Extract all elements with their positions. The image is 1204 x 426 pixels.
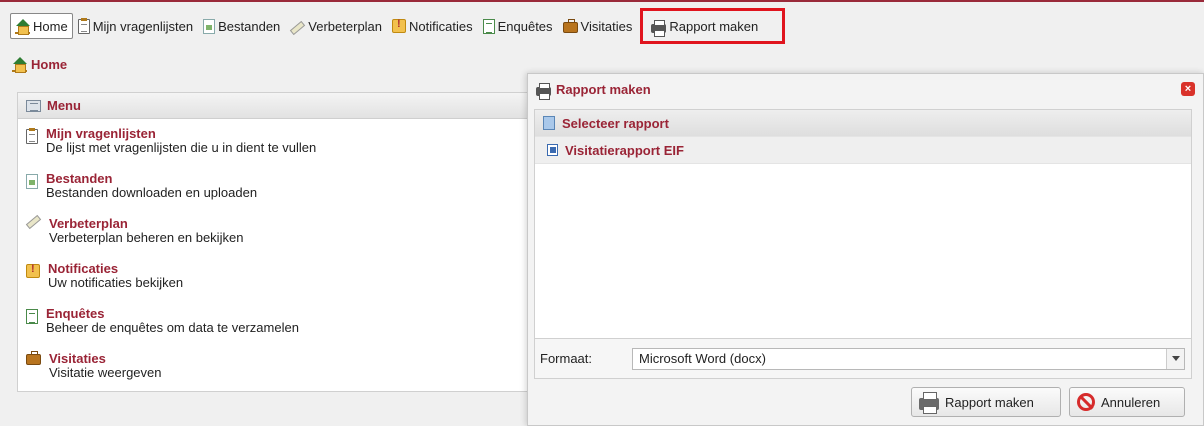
notification-icon [26, 263, 40, 278]
menu-item-desc: Visitatie weergeven [49, 365, 162, 380]
nav-bestanden[interactable]: Bestanden [198, 13, 285, 39]
menu-item-mijn-vragenlijsten[interactable]: Mijn vragenlijsten De lijst met vragenli… [18, 119, 536, 164]
format-select-value: Microsoft Word (docx) [639, 351, 766, 366]
menu-item-desc: Beheer de enquêtes om data te verzamelen [46, 320, 299, 335]
menu-item-enquetes[interactable]: Enquêtes Beheer de enquêtes om data te v… [18, 299, 536, 344]
menu-item-title[interactable]: Enquêtes [46, 307, 299, 321]
printer-icon [536, 82, 551, 100]
menu-item-visitaties[interactable]: Visitaties Visitatie weergeven [18, 344, 536, 389]
list-icon [26, 99, 41, 112]
report-item-visitatierapport-eif[interactable]: Visitatierapport EIF [535, 136, 1191, 164]
nav-home[interactable]: Home [10, 13, 73, 39]
nav-mijn-vragenlijsten[interactable]: Mijn vragenlijsten [73, 13, 198, 39]
menu-item-desc: Bestanden downloaden en uploaden [46, 185, 258, 200]
nav-mijn-vragenlijsten-label: Mijn vragenlijsten [92, 18, 194, 34]
menu-item-desc: De lijst met vragenlijsten die u in dien… [46, 140, 317, 155]
file-icon [203, 18, 216, 34]
nav-visitaties[interactable]: Visitaties [558, 13, 638, 39]
nav-rapport-maken[interactable]: Rapport maken [640, 8, 786, 44]
word-document-icon [547, 144, 558, 156]
form-icon [482, 18, 495, 34]
cancel-icon [1077, 393, 1095, 411]
report-select-panel: Selecteer rapport Visitatierapport EIF F… [534, 109, 1192, 379]
nav-enquetes-label: Enquêtes [497, 18, 553, 34]
home-icon [12, 57, 27, 73]
home-icon [15, 18, 30, 35]
report-item-label: Visitatierapport EIF [565, 142, 684, 158]
menu-item-title[interactable]: Bestanden [46, 172, 257, 186]
menu-item-title[interactable]: Visitaties [49, 352, 162, 366]
menu-item-bestanden[interactable]: Bestanden Bestanden downloaden en upload… [18, 164, 536, 209]
briefcase-icon [562, 19, 578, 33]
nav-verbeterplan-label: Verbeterplan [308, 18, 383, 34]
select-report-header: Selecteer rapport [535, 110, 1191, 136]
dialog-title: Rapport maken [556, 81, 651, 97]
menu-item-desc: Verbeterplan beheren en bekijken [49, 230, 244, 245]
menu-panel: Menu Mijn vragenlijsten De lijst met vra… [17, 92, 537, 392]
top-accent-line [0, 0, 1204, 2]
format-label: Formaat: [540, 351, 593, 366]
dialog-titlebar[interactable]: Rapport maken [528, 74, 1203, 104]
annuleren-button[interactable]: Annuleren [1069, 387, 1185, 417]
nav-rapport-maken-label: Rapport maken [669, 18, 759, 34]
nav-home-label: Home [33, 18, 68, 34]
format-row: Formaat: Microsoft Word (docx) [535, 338, 1191, 378]
close-icon[interactable]: × [1181, 82, 1195, 96]
pencil-icon [290, 20, 306, 36]
file-icon [26, 174, 38, 189]
rapport-maken-dialog: Rapport maken × Selecteer rapport Visita… [527, 73, 1204, 426]
menu-item-title[interactable]: Notificaties [48, 262, 183, 276]
pencil-icon [25, 214, 42, 230]
menu-item-notificaties[interactable]: Notificaties Uw notificaties bekijken [18, 254, 536, 299]
rapport-maken-button[interactable]: Rapport maken [911, 387, 1061, 417]
chevron-down-icon[interactable] [1166, 348, 1184, 369]
select-report-title: Selecteer rapport [562, 115, 669, 131]
clipboard-icon [26, 128, 38, 144]
nav-verbeterplan[interactable]: Verbeterplan [285, 13, 387, 39]
nav-enquetes[interactable]: Enquêtes [478, 13, 558, 39]
printer-icon [651, 19, 667, 37]
menu-header: Menu [18, 93, 536, 119]
clipboard-icon [77, 17, 90, 34]
menu-item-verbeterplan[interactable]: Verbeterplan Verbeterplan beheren en bek… [18, 209, 536, 254]
breadcrumb[interactable]: Home [12, 57, 68, 73]
nav-visitaties-label: Visitaties [580, 18, 633, 34]
printer-icon [919, 392, 939, 414]
breadcrumb-label: Home [31, 57, 68, 72]
briefcase-icon [26, 351, 41, 365]
rapport-maken-button-label: Rapport maken [945, 394, 1034, 410]
notification-icon [392, 18, 407, 33]
menu-title: Menu [47, 98, 81, 113]
menu-item-title[interactable]: Mijn vragenlijsten [46, 127, 316, 141]
menu-item-title[interactable]: Verbeterplan [49, 217, 243, 231]
annuleren-button-label: Annuleren [1101, 394, 1161, 410]
main-toolbar: Home Mijn vragenlijsten Bestanden Verbet… [0, 8, 1204, 44]
document-icon [543, 116, 555, 130]
nav-bestanden-label: Bestanden [218, 18, 281, 34]
menu-item-desc: Uw notificaties bekijken [48, 275, 184, 290]
nav-notificaties[interactable]: Notificaties [387, 13, 478, 39]
form-icon [26, 309, 38, 324]
format-select[interactable]: Microsoft Word (docx) [632, 347, 1185, 370]
nav-notificaties-label: Notificaties [409, 18, 473, 34]
